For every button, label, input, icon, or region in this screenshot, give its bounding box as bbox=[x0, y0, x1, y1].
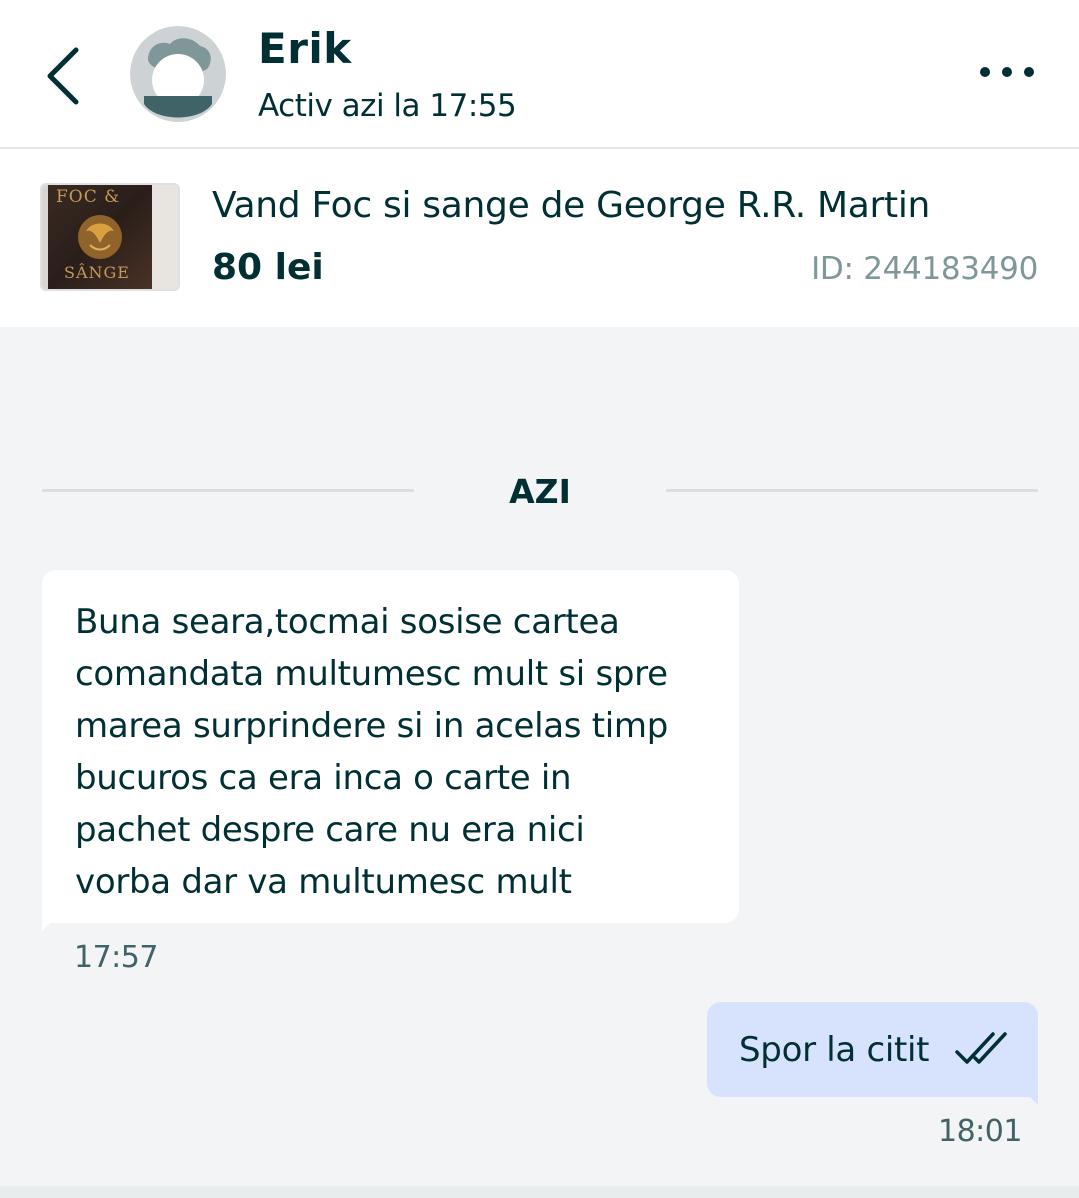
user-name: Erik bbox=[258, 24, 352, 73]
user-avatar-icon bbox=[130, 26, 226, 122]
thumbnail-title-top: FOC & bbox=[56, 187, 121, 207]
listing-price: 80 lei bbox=[212, 247, 324, 288]
bottom-edge bbox=[0, 1186, 1079, 1198]
chevron-left-icon bbox=[47, 47, 79, 105]
day-separator: AZI bbox=[42, 468, 1038, 512]
listing-title: Vand Foc si sange de George R.R. Martin bbox=[212, 185, 931, 226]
message-text: Buna seara,tocmai sosise cartea comandat… bbox=[75, 602, 669, 902]
user-status: Activ azi la 17:55 bbox=[258, 88, 517, 124]
bubble-tail bbox=[1020, 1089, 1038, 1105]
bubble-tail bbox=[42, 915, 60, 931]
avatar[interactable] bbox=[130, 26, 226, 122]
listing-card[interactable]: FOC & SÂNGE Vand Foc si sange de George … bbox=[0, 149, 1079, 327]
chat-header: Erik Activ azi la 17:55 bbox=[0, 0, 1079, 149]
listing-id: ID: 244183490 bbox=[811, 251, 1038, 287]
double-check-icon bbox=[955, 1032, 1007, 1064]
message-time: 17:57 bbox=[74, 940, 158, 975]
listing-thumbnail[interactable]: FOC & SÂNGE bbox=[42, 185, 178, 289]
separator-line-right bbox=[666, 489, 1038, 492]
back-button[interactable] bbox=[36, 40, 92, 110]
more-options-button[interactable] bbox=[975, 52, 1039, 92]
thumbnail-title-bottom: SÂNGE bbox=[64, 263, 130, 282]
message-text: Spor la citit bbox=[739, 1030, 930, 1070]
message-incoming[interactable]: Buna seara,tocmai sosise cartea comandat… bbox=[42, 570, 739, 923]
message-time: 18:01 bbox=[938, 1114, 1022, 1149]
message-outgoing[interactable]: Spor la citit bbox=[707, 1002, 1038, 1097]
more-dots-icon bbox=[980, 67, 1034, 77]
